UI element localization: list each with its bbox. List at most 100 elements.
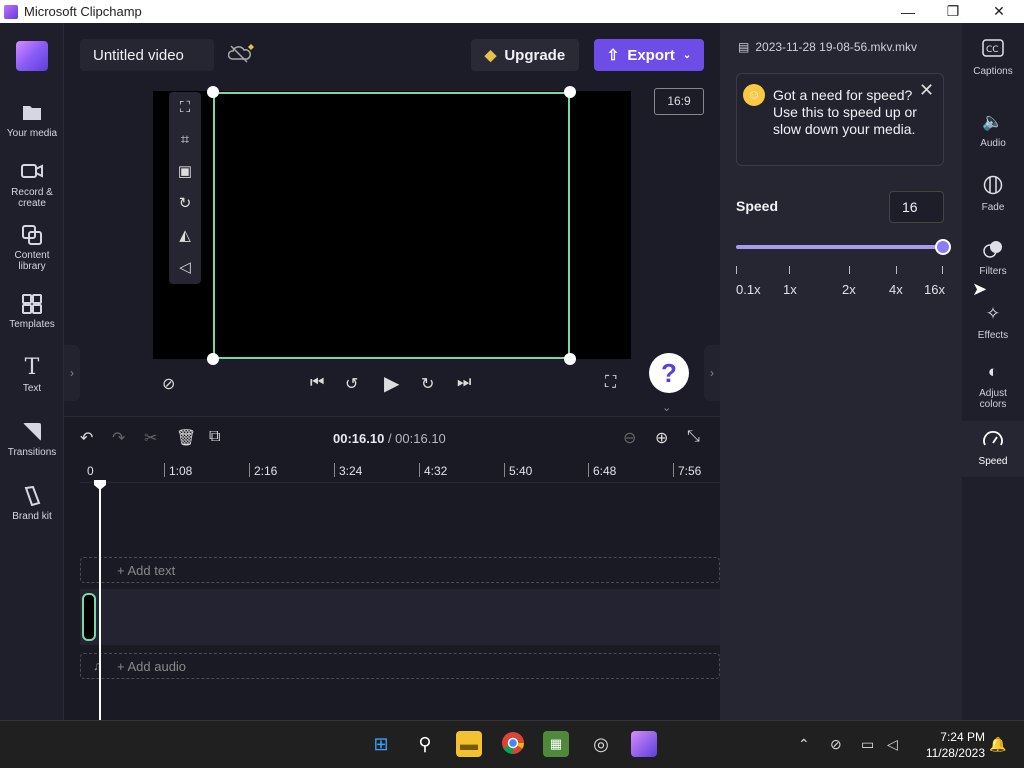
fade-icon	[982, 175, 1004, 197]
playhead[interactable]	[99, 486, 101, 743]
video-track[interactable]	[80, 589, 720, 645]
timeline-ruler[interactable]: 0 1:08 2:16 3:24 4:32 5:40 6:48 7:56	[80, 461, 720, 483]
nav-item-your-media[interactable]: Your media	[0, 103, 64, 139]
crop-icon[interactable]: ⌗	[169, 124, 201, 156]
add-audio-track[interactable]: ♫ + Add audio	[80, 653, 720, 679]
resize-handle-bottom-left[interactable]	[207, 353, 219, 365]
nav-label: Transitions	[7, 447, 57, 458]
nav-item-transitions[interactable]: Transitions	[0, 422, 64, 458]
nav-label-line2: library	[18, 261, 46, 272]
speed-tick	[736, 266, 737, 274]
restore-button[interactable]: ❐	[930, 0, 976, 23]
ruler-tick	[164, 463, 165, 477]
volume-icon[interactable]: ◁	[169, 252, 201, 284]
search-icon[interactable]: ⚲	[412, 731, 438, 757]
selection-frame[interactable]	[213, 92, 570, 359]
adjust-colors-icon: ◐	[987, 362, 999, 381]
current-time: 00:16.10	[333, 431, 385, 446]
split-icon[interactable]: ✂	[144, 428, 157, 448]
tab-label: Effects	[977, 330, 1009, 341]
upgrade-button[interactable]: ◆ Upgrade	[471, 39, 579, 71]
skip-forward-icon[interactable]: ⏭	[457, 374, 471, 392]
collapse-preview-chevron-icon[interactable]: ⌄	[662, 401, 671, 414]
effects-icon: ✧	[985, 304, 1001, 323]
nav-label: Brand kit	[12, 511, 52, 522]
nav-item-record-create[interactable]: Record & create	[0, 162, 64, 209]
resize-handle-top-right[interactable]	[564, 86, 576, 98]
notification-bell-icon[interactable]: 🔔	[989, 736, 1006, 753]
minimize-button[interactable]: —	[885, 0, 931, 23]
zoom-out-icon[interactable]: ⊖	[623, 428, 636, 448]
templates-icon	[21, 294, 43, 314]
tab-adjust-colors[interactable]: ◐ Adjust colors	[962, 361, 1024, 410]
cloud-sync-off-icon[interactable]	[227, 43, 258, 67]
clipchamp-app: Your media Record & create Content libra…	[0, 23, 1024, 743]
zoom-in-icon[interactable]: ⊕	[655, 428, 668, 448]
duplicate-icon[interactable]: ⧉	[209, 428, 220, 446]
tray-chevron-icon[interactable]: ⌃	[798, 736, 810, 753]
redo-icon[interactable]: ↷	[112, 428, 125, 448]
rewind-5-icon[interactable]: ↺	[345, 374, 358, 394]
export-button[interactable]: ⇧ Export ⌄	[594, 39, 704, 71]
delete-icon[interactable]: 🗑	[176, 428, 196, 448]
obs-icon[interactable]: ◎	[588, 731, 614, 757]
play-icon[interactable]: ▶	[384, 371, 399, 396]
audio-icon: 🔈	[982, 112, 1004, 131]
resize-handle-top-left[interactable]	[207, 86, 219, 98]
help-button[interactable]: ?	[649, 353, 689, 393]
nav-item-text[interactable]: T Text	[0, 357, 64, 395]
picture-in-picture-icon[interactable]: ▣	[169, 156, 201, 188]
windows-taskbar: ⊞ ⚲ ▬ ▦ ◎ ⌃ ⊘ ▭ ◁ 7:24 PM 11/28/2023 🔔	[0, 720, 1024, 768]
chrome-icon[interactable]	[500, 731, 526, 757]
speed-tick	[942, 266, 943, 274]
fit-timeline-icon[interactable]: ⤡	[687, 428, 700, 446]
left-nav: Your media Record & create Content libra…	[0, 23, 64, 720]
skip-back-icon[interactable]: ⏮	[310, 374, 324, 392]
nav-item-templates[interactable]: Templates	[0, 294, 64, 330]
project-title-field[interactable]: Untitled video	[80, 39, 214, 71]
clipchamp-taskbar-icon[interactable]	[631, 731, 657, 757]
nav-label: Text	[22, 383, 42, 394]
camera-icon	[21, 162, 43, 182]
speed-label: Speed	[736, 198, 779, 214]
close-window-button[interactable]: ✕	[976, 0, 1022, 23]
tab-captions[interactable]: CC Captions	[962, 39, 1024, 77]
speed-slider-thumb[interactable]	[935, 239, 951, 255]
camera-off-icon[interactable]: ⊘	[162, 374, 175, 394]
nav-item-content-library[interactable]: Content library	[0, 225, 64, 272]
start-icon[interactable]: ⊞	[368, 731, 394, 757]
speed-slider-track[interactable]	[736, 245, 944, 249]
add-text-track[interactable]: + Add text	[80, 557, 720, 583]
video-clip[interactable]	[82, 593, 96, 641]
tab-filters[interactable]: Filters	[962, 239, 1024, 277]
ruler-tick	[588, 463, 589, 477]
speed-value-input[interactable]: 16	[889, 191, 944, 223]
close-icon[interactable]: ✕	[919, 80, 934, 101]
nav-item-brand-kit[interactable]: Brand kit	[0, 485, 64, 522]
chevron-down-icon: ⌄	[682, 49, 692, 61]
tab-speed[interactable]: Speed	[962, 421, 1024, 477]
flip-icon[interactable]: ◭	[169, 220, 201, 252]
taskbar-clock[interactable]: 7:24 PM 11/28/2023	[917, 729, 985, 761]
undo-icon[interactable]: ↶	[80, 428, 93, 448]
network-off-icon[interactable]: ⊘	[830, 736, 842, 753]
tab-audio[interactable]: 🔈 Audio	[962, 111, 1024, 149]
clipchamp-app-icon	[4, 4, 18, 19]
forward-5-icon[interactable]: ↻	[421, 374, 434, 394]
tab-effects[interactable]: ✧ Effects	[962, 303, 1024, 341]
aspect-ratio-button[interactable]: 16:9	[654, 88, 704, 115]
expand-right-panel-button[interactable]: ›	[704, 345, 720, 401]
tab-label: Adjust	[979, 388, 1007, 399]
fullscreen-icon[interactable]: ⛶	[605, 374, 616, 392]
tab-fade[interactable]: Fade	[962, 175, 1024, 213]
spreadsheet-app-icon[interactable]: ▦	[543, 731, 569, 757]
volume-muted-icon[interactable]: ◁	[887, 736, 898, 753]
ruler-tick	[419, 463, 420, 477]
file-explorer-icon[interactable]: ▬	[456, 731, 482, 757]
expand-left-panel-button[interactable]: ›	[64, 345, 80, 401]
rotate-icon[interactable]: ↻	[169, 188, 201, 220]
resize-handle-bottom-right[interactable]	[564, 353, 576, 365]
speed-tip-card: ☺ Got a need for speed? Use this to spee…	[736, 73, 944, 166]
display-icon[interactable]: ▭	[861, 736, 874, 753]
fit-icon[interactable]: ⛶	[169, 92, 201, 124]
